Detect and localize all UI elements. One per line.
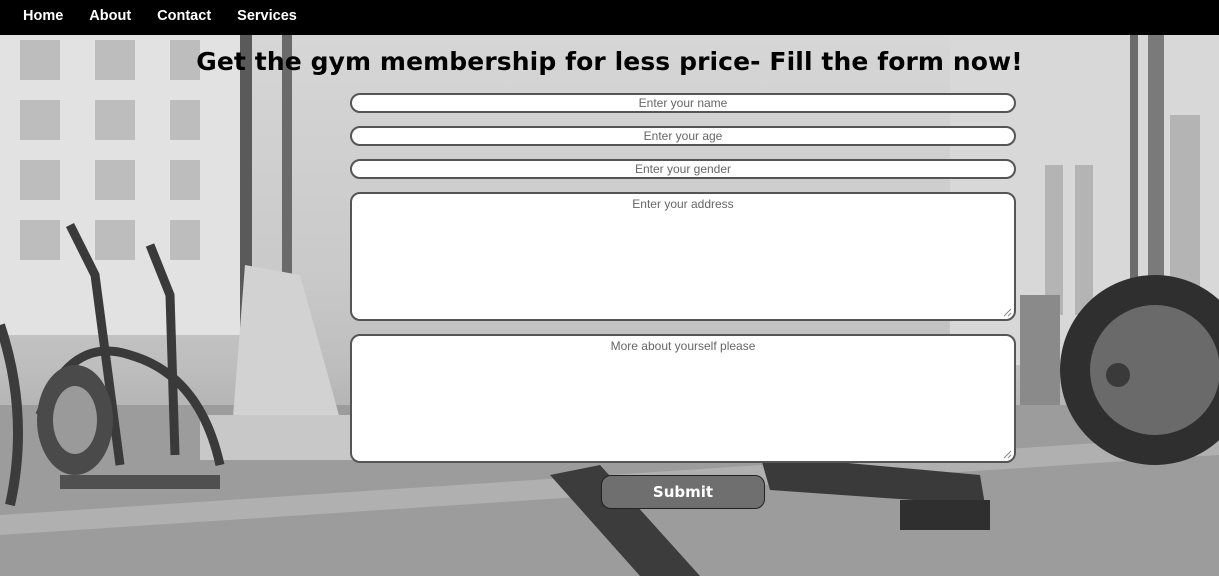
name-placeholder: Enter your name (638, 96, 728, 110)
age-input[interactable]: Enter your age (350, 126, 1016, 146)
submit-button[interactable]: Submit (601, 475, 765, 509)
page-heading: Get the gym membership for less price- F… (196, 47, 1023, 76)
resize-grip-icon[interactable] (1003, 450, 1012, 459)
gender-placeholder: Enter your gender (634, 162, 732, 176)
age-placeholder: Enter your age (643, 129, 723, 143)
nav-home-link[interactable]: Home (10, 8, 76, 28)
name-input[interactable]: Enter your name (350, 93, 1016, 113)
nav-services-link[interactable]: Services (224, 8, 310, 28)
address-placeholder: Enter your address (632, 197, 734, 211)
address-textarea[interactable]: Enter your address (350, 192, 1016, 321)
about-placeholder: More about yourself please (610, 339, 756, 353)
nav-about-link[interactable]: About (76, 8, 144, 28)
nav-contact-link[interactable]: Contact (144, 8, 224, 28)
top-navbar: Home About Contact Services (0, 0, 1219, 35)
gender-input[interactable]: Enter your gender (350, 159, 1016, 179)
about-textarea[interactable]: More about yourself please (350, 334, 1016, 463)
resize-grip-icon[interactable] (1003, 308, 1012, 317)
